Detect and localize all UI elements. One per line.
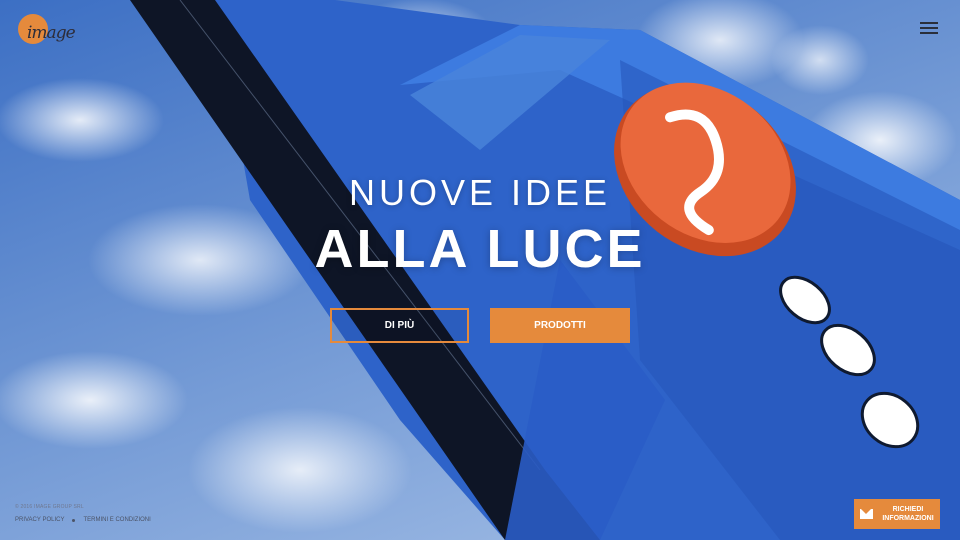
brand-logo[interactable]: image: [18, 14, 78, 48]
separator-dot: [72, 518, 76, 522]
hero-title-line2: ALLA LUCE: [314, 219, 646, 279]
request-info-label: RICHIEDI INFORMAZIONI: [879, 505, 937, 523]
request-info-line1: RICHIEDI: [892, 506, 924, 513]
hero-title-line1: NUOVE IDEE: [348, 172, 612, 213]
hamburger-icon[interactable]: [920, 20, 938, 36]
request-info-line2: INFORMAZIONI: [882, 515, 934, 522]
footer-links: PRIVACY POLICY TERMINI E CONDIZIONI: [15, 517, 151, 523]
more-button[interactable]: DI PIÙ: [330, 308, 469, 343]
request-info-button[interactable]: RICHIEDI INFORMAZIONI: [854, 499, 940, 529]
terms-link[interactable]: TERMINI E CONDIZIONI: [83, 517, 150, 523]
privacy-policy-link[interactable]: PRIVACY POLICY: [15, 517, 64, 523]
logo-wordmark: image: [27, 23, 76, 43]
mail-icon: [860, 509, 873, 519]
copyright-text: © 2016 IMAGE GROUP SRL: [15, 504, 84, 510]
products-button[interactable]: PRODOTTI: [490, 308, 630, 343]
